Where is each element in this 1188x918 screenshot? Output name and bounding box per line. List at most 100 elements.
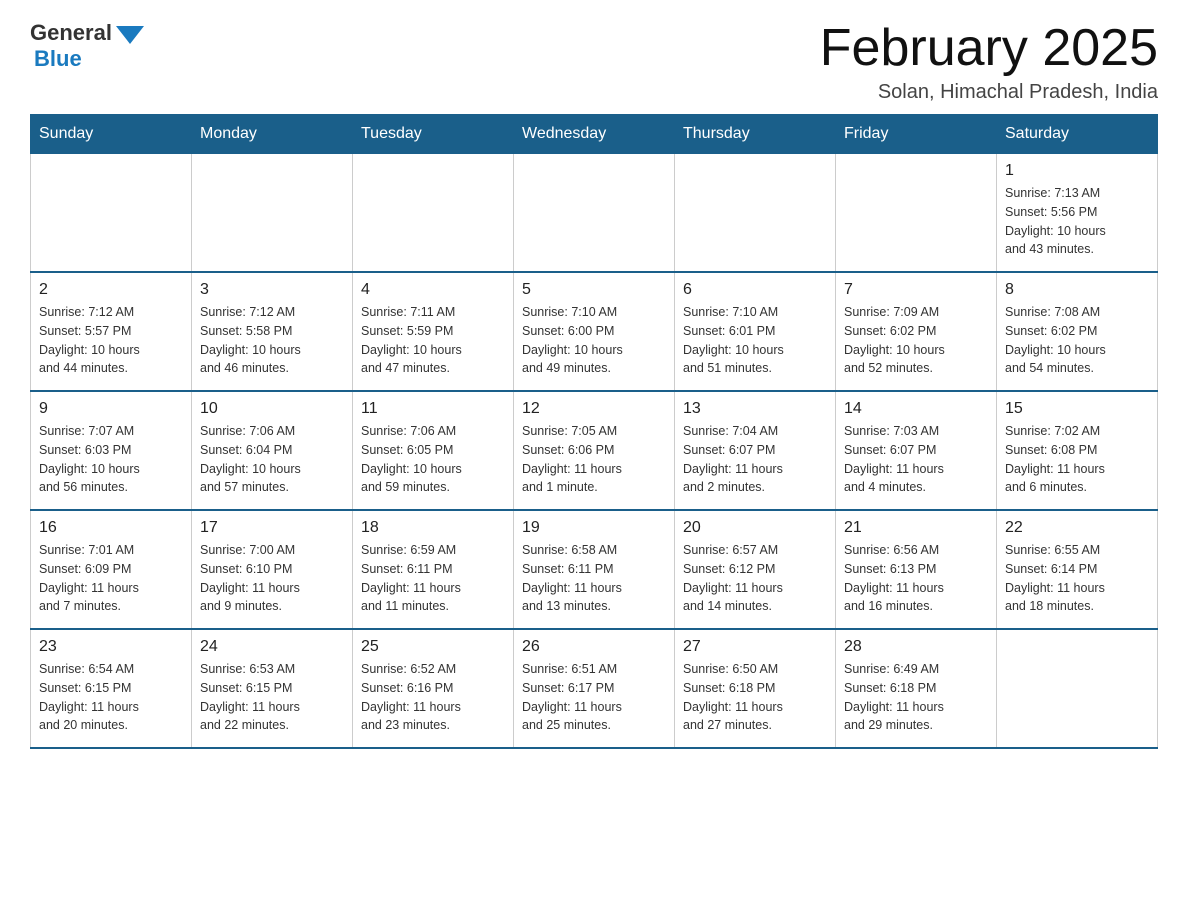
day-number: 6 (683, 281, 827, 299)
day-info: Sunrise: 7:09 AMSunset: 6:02 PMDaylight:… (844, 303, 988, 378)
logo-blue-text: Blue (34, 46, 82, 72)
calendar-cell: 27 Sunrise: 6:50 AMSunset: 6:18 PMDayligh… (675, 629, 836, 748)
day-info: Sunrise: 7:01 AMSunset: 6:09 PMDaylight:… (39, 541, 183, 616)
calendar-cell: 3 Sunrise: 7:12 AMSunset: 5:58 PMDaylight… (192, 272, 353, 391)
day-number: 22 (1005, 519, 1149, 537)
calendar-cell: 11Sunrise: 7:06 AMSunset: 6:05 PMDayligh… (353, 391, 514, 510)
day-info: Sunrise: 7:06 AMSunset: 6:04 PMDaylight:… (200, 422, 344, 497)
title-area: February 2025 Solan, Himachal Pradesh, I… (820, 20, 1158, 104)
day-info: Sunrise: 7:12 AMSunset: 5:58 PMDaylight:… (200, 303, 344, 378)
logo: General Blue (30, 20, 144, 72)
calendar-title: February 2025 (820, 20, 1158, 77)
week-row-3: 16 Sunrise: 7:01 AMSunset: 6:09 PMDayligh… (31, 510, 1158, 629)
day-number: 3 (200, 281, 344, 299)
day-number: 25 (361, 638, 505, 656)
calendar-cell: 1 Sunrise: 7:13 AMSunset: 5:56 PMDaylight… (997, 154, 1158, 273)
calendar-cell: 26 Sunrise: 6:51 AMSunset: 6:17 PMDayligh… (514, 629, 675, 748)
calendar-header: SundayMondayTuesdayWednesdayThursdayFrid… (31, 115, 1158, 154)
calendar-cell: 12 Sunrise: 7:05 AMSunset: 6:06 PMDayligh… (514, 391, 675, 510)
day-info: Sunrise: 6:55 AMSunset: 6:14 PMDaylight:… (1005, 541, 1149, 616)
calendar-cell (31, 154, 192, 273)
calendar-cell: 2 Sunrise: 7:12 AMSunset: 5:57 PMDaylight… (31, 272, 192, 391)
header-day-monday: Monday (192, 115, 353, 154)
calendar-cell (192, 154, 353, 273)
day-info: Sunrise: 6:57 AMSunset: 6:12 PMDaylight:… (683, 541, 827, 616)
calendar-cell: 6 Sunrise: 7:10 AMSunset: 6:01 PMDaylight… (675, 272, 836, 391)
day-number: 26 (522, 638, 666, 656)
day-info: Sunrise: 6:53 AMSunset: 6:15 PMDaylight:… (200, 660, 344, 735)
day-info: Sunrise: 6:50 AMSunset: 6:18 PMDaylight:… (683, 660, 827, 735)
day-info: Sunrise: 7:11 AMSunset: 5:59 PMDaylight:… (361, 303, 505, 378)
calendar-cell: 22 Sunrise: 6:55 AMSunset: 6:14 PMDayligh… (997, 510, 1158, 629)
calendar-cell: 5 Sunrise: 7:10 AMSunset: 6:00 PMDaylight… (514, 272, 675, 391)
day-info: Sunrise: 7:10 AMSunset: 6:01 PMDaylight:… (683, 303, 827, 378)
day-number: 15 (1005, 400, 1149, 418)
day-number: 2 (39, 281, 183, 299)
day-info: Sunrise: 6:54 AMSunset: 6:15 PMDaylight:… (39, 660, 183, 735)
day-number: 13 (683, 400, 827, 418)
calendar-cell: 18 Sunrise: 6:59 AMSunset: 6:11 PMDayligh… (353, 510, 514, 629)
week-row-2: 9Sunrise: 7:07 AMSunset: 6:03 PMDaylight… (31, 391, 1158, 510)
header-day-thursday: Thursday (675, 115, 836, 154)
header-day-tuesday: Tuesday (353, 115, 514, 154)
header-day-sunday: Sunday (31, 115, 192, 154)
calendar-cell: 4 Sunrise: 7:11 AMSunset: 5:59 PMDaylight… (353, 272, 514, 391)
calendar-body: 1 Sunrise: 7:13 AMSunset: 5:56 PMDaylight… (31, 154, 1158, 749)
calendar-cell: 14 Sunrise: 7:03 AMSunset: 6:07 PMDayligh… (836, 391, 997, 510)
calendar-cell: 19Sunrise: 6:58 AMSunset: 6:11 PMDayligh… (514, 510, 675, 629)
day-info: Sunrise: 7:05 AMSunset: 6:06 PMDaylight:… (522, 422, 666, 497)
day-number: 16 (39, 519, 183, 537)
header-day-friday: Friday (836, 115, 997, 154)
day-number: 24 (200, 638, 344, 656)
calendar-cell: 21Sunrise: 6:56 AMSunset: 6:13 PMDayligh… (836, 510, 997, 629)
header-row: SundayMondayTuesdayWednesdayThursdayFrid… (31, 115, 1158, 154)
day-number: 14 (844, 400, 988, 418)
day-info: Sunrise: 7:03 AMSunset: 6:07 PMDaylight:… (844, 422, 988, 497)
day-info: Sunrise: 6:56 AMSunset: 6:13 PMDaylight:… (844, 541, 988, 616)
calendar-cell (675, 154, 836, 273)
page-header: General Blue February 2025 Solan, Himach… (30, 20, 1158, 104)
day-info: Sunrise: 6:58 AMSunset: 6:11 PMDaylight:… (522, 541, 666, 616)
day-info: Sunrise: 6:59 AMSunset: 6:11 PMDaylight:… (361, 541, 505, 616)
day-number: 12 (522, 400, 666, 418)
calendar-cell (514, 154, 675, 273)
day-info: Sunrise: 7:06 AMSunset: 6:05 PMDaylight:… (361, 422, 505, 497)
day-info: Sunrise: 7:02 AMSunset: 6:08 PMDaylight:… (1005, 422, 1149, 497)
calendar-cell: 9Sunrise: 7:07 AMSunset: 6:03 PMDaylight… (31, 391, 192, 510)
header-day-wednesday: Wednesday (514, 115, 675, 154)
logo-triangle-icon (116, 26, 144, 44)
calendar-cell (836, 154, 997, 273)
day-number: 5 (522, 281, 666, 299)
calendar-cell: 15 Sunrise: 7:02 AMSunset: 6:08 PMDayligh… (997, 391, 1158, 510)
calendar-cell: 23Sunrise: 6:54 AMSunset: 6:15 PMDayligh… (31, 629, 192, 748)
header-day-saturday: Saturday (997, 115, 1158, 154)
day-number: 9 (39, 400, 183, 418)
calendar-cell (353, 154, 514, 273)
day-number: 18 (361, 519, 505, 537)
calendar-cell: 25Sunrise: 6:52 AMSunset: 6:16 PMDayligh… (353, 629, 514, 748)
day-info: Sunrise: 7:13 AMSunset: 5:56 PMDaylight:… (1005, 184, 1149, 259)
day-info: Sunrise: 7:08 AMSunset: 6:02 PMDaylight:… (1005, 303, 1149, 378)
week-row-1: 2 Sunrise: 7:12 AMSunset: 5:57 PMDaylight… (31, 272, 1158, 391)
day-info: Sunrise: 7:10 AMSunset: 6:00 PMDaylight:… (522, 303, 666, 378)
calendar-cell: 13 Sunrise: 7:04 AMSunset: 6:07 PMDayligh… (675, 391, 836, 510)
day-number: 10 (200, 400, 344, 418)
day-number: 17 (200, 519, 344, 537)
calendar-cell: 17 Sunrise: 7:00 AMSunset: 6:10 PMDayligh… (192, 510, 353, 629)
day-number: 1 (1005, 162, 1149, 180)
calendar-cell: 28Sunrise: 6:49 AMSunset: 6:18 PMDayligh… (836, 629, 997, 748)
logo-general-text: General (30, 20, 112, 46)
calendar-cell: 7Sunrise: 7:09 AMSunset: 6:02 PMDaylight… (836, 272, 997, 391)
day-info: Sunrise: 7:00 AMSunset: 6:10 PMDaylight:… (200, 541, 344, 616)
calendar-cell: 20Sunrise: 6:57 AMSunset: 6:12 PMDayligh… (675, 510, 836, 629)
day-info: Sunrise: 6:51 AMSunset: 6:17 PMDaylight:… (522, 660, 666, 735)
calendar-cell: 10 Sunrise: 7:06 AMSunset: 6:04 PMDayligh… (192, 391, 353, 510)
day-number: 27 (683, 638, 827, 656)
day-number: 28 (844, 638, 988, 656)
calendar-cell: 16 Sunrise: 7:01 AMSunset: 6:09 PMDayligh… (31, 510, 192, 629)
day-number: 8 (1005, 281, 1149, 299)
calendar-subtitle: Solan, Himachal Pradesh, India (820, 81, 1158, 104)
day-number: 4 (361, 281, 505, 299)
day-info: Sunrise: 7:04 AMSunset: 6:07 PMDaylight:… (683, 422, 827, 497)
day-info: Sunrise: 7:12 AMSunset: 5:57 PMDaylight:… (39, 303, 183, 378)
